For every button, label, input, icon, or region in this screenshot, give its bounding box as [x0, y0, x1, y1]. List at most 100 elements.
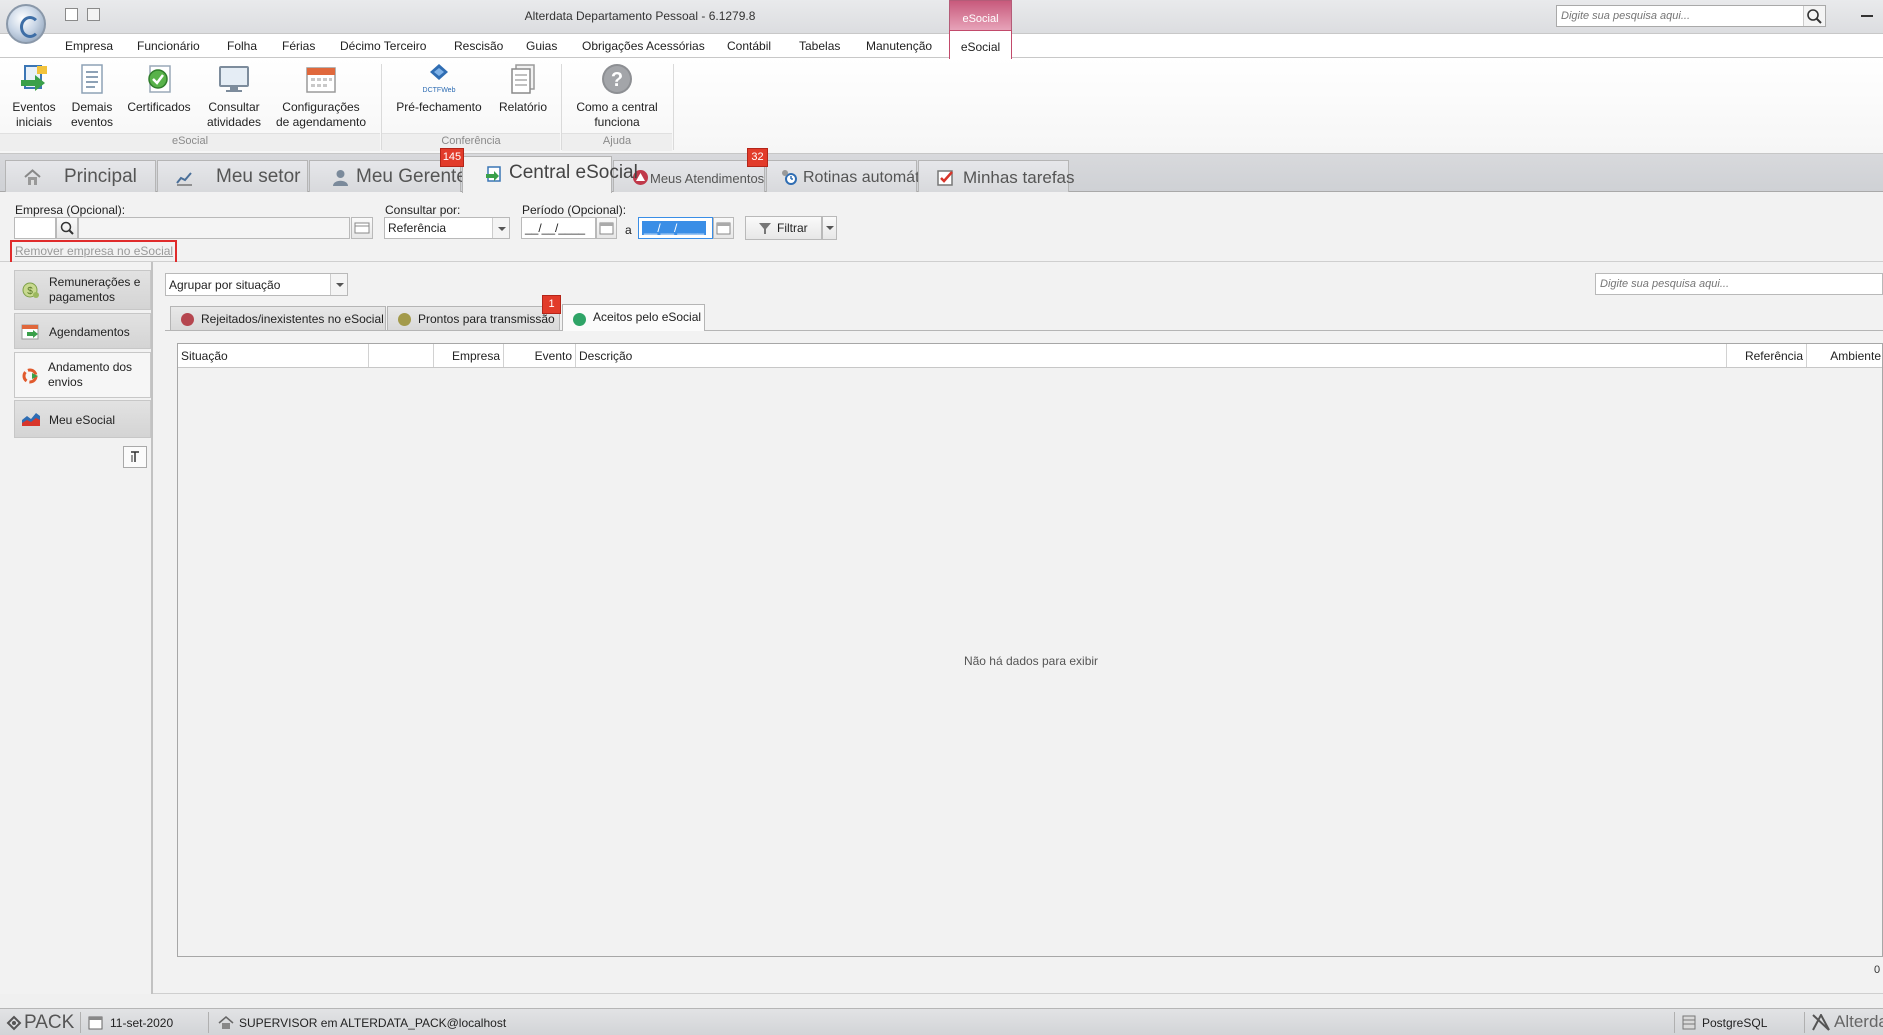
grid-icon[interactable]: [65, 8, 78, 21]
menu-rescisao[interactable]: Rescisão: [454, 39, 503, 53]
chevron-down-icon[interactable]: [330, 274, 347, 295]
user-icon: [333, 170, 348, 186]
demais-eventos-button[interactable]: Demais eventos: [68, 62, 116, 130]
grid-header: Situação Empresa Evento Descrição Referê…: [178, 344, 1882, 368]
nav-meu-esocial[interactable]: Meu eSocial: [14, 400, 151, 438]
menu-guias[interactable]: Guias: [526, 39, 557, 53]
eventos-iniciais-button[interactable]: Eventos iniciais: [10, 62, 58, 130]
house-icon: [218, 1016, 234, 1029]
pin-icon: [131, 451, 139, 462]
calendar-icon: [88, 1016, 103, 1030]
status-user: SUPERVISOR em ALTERDATA_PACK@localhost: [239, 1016, 507, 1030]
subtab-aceitos[interactable]: Aceitos pelo eSocial: [562, 304, 705, 331]
table-icon: [354, 222, 370, 234]
empresa-lookup-button[interactable]: [351, 217, 373, 239]
col-blank[interactable]: [369, 344, 434, 367]
money-icon: $: [22, 282, 39, 298]
tab-principal[interactable]: Principal: [5, 160, 156, 192]
col-evento[interactable]: Evento: [504, 344, 576, 367]
subtab-rejeitados[interactable]: Rejeitados/inexistentes no eSocial: [170, 306, 386, 330]
filter-icon: [759, 223, 771, 234]
certificate-icon: [148, 65, 171, 93]
global-search[interactable]: [1556, 5, 1826, 27]
row-count: 0: [1874, 964, 1881, 976]
certificados-button[interactable]: Certificados: [126, 62, 192, 115]
home-icon: [24, 169, 41, 185]
menu-obrigacoes[interactable]: Obrigações Acessórias: [582, 39, 705, 53]
subtab-prontos[interactable]: Prontos para transmissão: [387, 306, 560, 330]
menu-bar: Empresa Funcionário Folha Férias Décimo …: [0, 34, 1883, 58]
status-date: 11-set-2020: [110, 1016, 174, 1030]
menu-contabil[interactable]: Contábil: [727, 39, 771, 53]
menu-decimo-terceiro[interactable]: Décimo Terceiro: [340, 39, 426, 53]
date-from-picker[interactable]: [596, 217, 617, 239]
collapse-panel-button[interactable]: [123, 446, 147, 468]
esocial-icon: [486, 166, 501, 182]
col-ambiente[interactable]: Ambiente: [1807, 344, 1883, 367]
search-icon: [1807, 9, 1822, 24]
app-orb-icon[interactable]: [6, 4, 46, 44]
group-label-ajuda: Ajuda: [602, 135, 632, 147]
col-referencia[interactable]: Referência: [1727, 344, 1807, 367]
nav-andamento-envios[interactable]: Andamento dos envios: [14, 352, 151, 398]
empty-message: Não há dados para exibir: [963, 654, 1099, 668]
status-green-icon: [573, 313, 586, 326]
database-icon: [1682, 1015, 1696, 1030]
global-search-input[interactable]: [1557, 6, 1804, 26]
tab-minhas-tarefas[interactable]: Minhas tarefas: [918, 160, 1075, 192]
empresa-search-button[interactable]: [56, 217, 78, 239]
tab-central-esocial[interactable]: Central eSocial: [462, 156, 638, 193]
empresa-name-input[interactable]: [78, 217, 350, 239]
consultar-select[interactable]: Referência: [384, 217, 510, 239]
window-icon[interactable]: [87, 8, 100, 21]
menu-folha[interactable]: Folha: [227, 39, 257, 53]
menu-manutencao[interactable]: Manutenção: [866, 39, 932, 53]
configuracoes-agendamento-button[interactable]: Configurações de agendamento: [274, 62, 368, 130]
date-from-input[interactable]: __/__/____: [521, 217, 596, 239]
como-central-funciona-button[interactable]: ? Como a central funciona: [572, 62, 662, 130]
meus-atendimentos-badge: 32: [747, 148, 768, 167]
window-title: Alterdata Departamento Pessoal - 6.1279.…: [524, 9, 756, 23]
tab-meu-gerente[interactable]: Meu Gerente: [309, 160, 467, 192]
filtrar-dropdown[interactable]: [822, 216, 837, 240]
empresa-code-input[interactable]: [14, 217, 56, 239]
calendar-icon: [716, 222, 731, 235]
tab-rotinas-automaticas[interactable]: Rotinas automáticas: [766, 160, 948, 192]
report-icon: [511, 64, 535, 94]
ribbon: Eventos iniciais Demais eventos Certificad…: [0, 58, 1883, 154]
filtrar-button[interactable]: Filtrar: [745, 216, 822, 240]
document-list-icon: [81, 64, 103, 94]
menu-esocial[interactable]: eSocial: [949, 30, 1012, 59]
main-search[interactable]: [1595, 273, 1883, 295]
remover-empresa-link[interactable]: Remover empresa no eSocial: [10, 240, 177, 264]
search-button[interactable]: [1803, 6, 1825, 26]
nav-agendamentos[interactable]: Agendamentos: [14, 313, 151, 349]
col-situacao[interactable]: Situação: [178, 344, 369, 367]
dctfweb-icon: DCTFWeb: [423, 64, 456, 94]
status-yellow-icon: [398, 313, 411, 326]
menu-funcionario[interactable]: Funcionário: [137, 39, 200, 53]
consultar-atividades-button[interactable]: Consultar atividades: [203, 62, 265, 130]
consultar-label: Consultar por:: [385, 203, 461, 217]
main-search-input[interactable]: [1596, 274, 1866, 294]
group-by-select[interactable]: Agrupar por situação: [165, 273, 348, 296]
minimize-icon[interactable]: [1861, 15, 1873, 17]
alterdata-logo: Alterdata: [1834, 1012, 1883, 1031]
menu-empresa[interactable]: Empresa: [65, 39, 113, 53]
chart-icon: [176, 172, 192, 186]
chevron-down-icon[interactable]: [492, 218, 509, 238]
nav-remuneracoes[interactable]: $ Remunerações e pagamentos: [14, 270, 151, 310]
calendar-icon: [599, 222, 614, 235]
clock-icon: [782, 170, 797, 185]
date-to-input[interactable]: __/__/____: [638, 217, 713, 239]
menu-ferias[interactable]: Férias: [282, 39, 315, 53]
col-empresa[interactable]: Empresa: [434, 344, 504, 367]
status-db: PostgreSQL: [1702, 1016, 1768, 1030]
menu-tabelas[interactable]: Tabelas: [799, 39, 840, 53]
date-to-picker[interactable]: [713, 217, 734, 239]
tab-meu-setor[interactable]: Meu setor: [157, 160, 308, 192]
relatorio-button[interactable]: Relatório: [494, 62, 552, 115]
pre-fechamento-button[interactable]: DCTFWeb Pré-fechamento: [392, 62, 486, 115]
empresa-label: Empresa (Opcional):: [15, 203, 126, 217]
col-descricao[interactable]: Descrição: [576, 344, 1727, 367]
